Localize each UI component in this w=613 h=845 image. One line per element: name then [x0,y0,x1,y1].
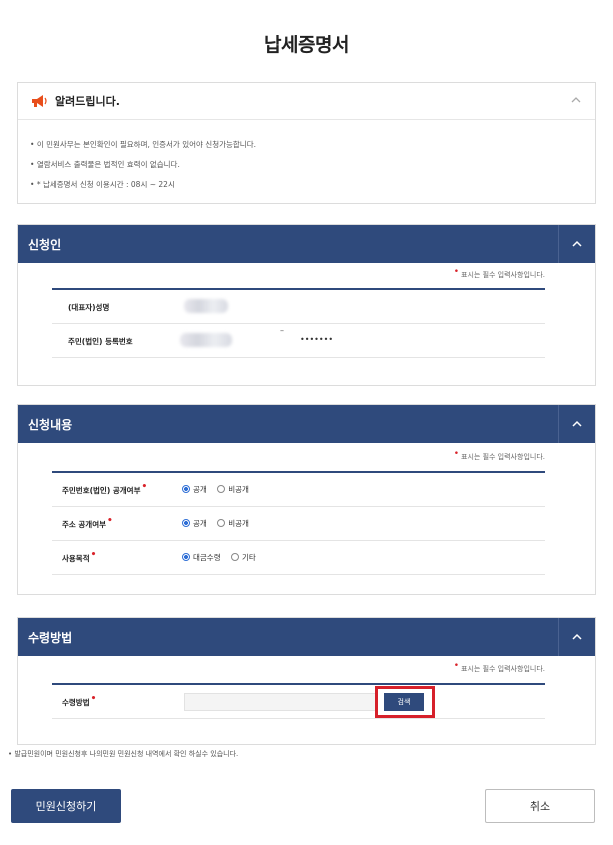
receipt-method-label: 수령방법• [62,694,97,707]
receipt-toggle[interactable] [558,618,595,656]
required-note: • 표시는 필수 입력사항입니다. [453,449,545,461]
request-section: 신청내용 • 표시는 필수 입력사항입니다. 주민번호(법인) 공개여부• 공개 … [17,404,596,595]
id-label: 주민(법인) 등록번호 [68,337,133,346]
megaphone-icon [32,95,47,107]
highlight-box [375,686,435,718]
chevron-up-icon [572,240,582,247]
radio-private[interactable]: 비공개 [217,519,249,528]
notice-item: • 이 민원사무는 본인확인이 필요하며, 인증서가 있어야 신청가능합니다. [30,140,256,149]
chevron-up-icon [572,633,582,640]
receipt-title: 수령방법 [28,631,73,645]
receipt-header[interactable]: 수령방법 [18,618,595,656]
radio-public[interactable]: 공개 [182,519,207,528]
cancel-button[interactable]: 취소 [485,789,595,823]
notice-item: • * 납세증명서 신청 이용시간 : 08시 ~ 22시 [30,180,175,189]
applicant-header[interactable]: 신청인 [18,225,595,263]
purpose-label: 사용목적• [62,550,97,563]
purpose-radios: 대금수령 기타 [182,552,264,563]
rrn-disclosure-label: 주민번호(법인) 공개여부• [62,482,148,495]
radio-payment[interactable]: 대금수령 [182,553,221,562]
applicant-toggle[interactable] [558,225,595,263]
id-dash: – [280,326,284,335]
address-disclosure-row: 주소 공개여부• 공개 비공개 [52,507,545,541]
receipt-section: 수령방법 • 표시는 필수 입력사항입니다. 수령방법• 검색 [17,617,596,745]
applicant-title: 신청인 [28,238,62,252]
receipt-method-input[interactable] [184,693,376,711]
request-header[interactable]: 신청내용 [18,405,595,443]
purpose-row: 사용목적• 대금수령 기타 [52,541,545,575]
notice-item: • 열람서비스 출력물은 법적인 효력이 없습니다. [30,160,180,169]
id-value-redacted [180,333,232,347]
applicant-section: 신청인 • 표시는 필수 입력사항입니다. (대표자)성명 주민(법인) 등록번호… [17,224,596,386]
request-toggle[interactable] [558,405,595,443]
name-label: (대표자)성명 [68,303,110,312]
name-value-redacted [184,299,228,313]
address-disclosure-label: 주소 공개여부• [62,516,113,529]
page-title: 납세증명서 [264,34,349,56]
chevron-up-icon[interactable] [569,93,583,107]
rrn-disclosure-radios: 공개 비공개 [182,484,257,495]
required-note: • 표시는 필수 입력사항입니다. [453,661,545,673]
name-row: (대표자)성명 [52,290,545,324]
notice-list: • 이 민원사무는 본인확인이 필요하며, 인증서가 있어야 신청가능합니다. … [30,135,256,195]
address-disclosure-radios: 공개 비공개 [182,518,257,529]
required-note: • 표시는 필수 입력사항입니다. [453,267,545,279]
radio-private[interactable]: 비공개 [217,485,249,494]
request-title: 신청내용 [28,418,73,432]
footnote: • 발급민원이며 민원신청후 나의민원 민원신청 내역에서 확인 하실수 있습니… [8,750,239,758]
chevron-up-icon [572,420,582,427]
submit-application-button[interactable]: 민원신청하기 [11,789,121,823]
rrn-disclosure-row: 주민번호(법인) 공개여부• 공개 비공개 [52,473,545,507]
radio-other[interactable]: 기타 [231,553,256,562]
notice-header[interactable]: 알려드립니다. [18,83,595,120]
notice-panel: 알려드립니다. • 이 민원사무는 본인확인이 필요하며, 인증서가 있어야 신… [17,82,596,204]
notice-title: 알려드립니다. [55,95,120,108]
receipt-method-row: 수령방법• 검색 [52,685,545,719]
radio-public[interactable]: 공개 [182,485,207,494]
id-masked: ••••••• [300,335,334,344]
id-row: 주민(법인) 등록번호 – ••••••• [52,324,545,358]
